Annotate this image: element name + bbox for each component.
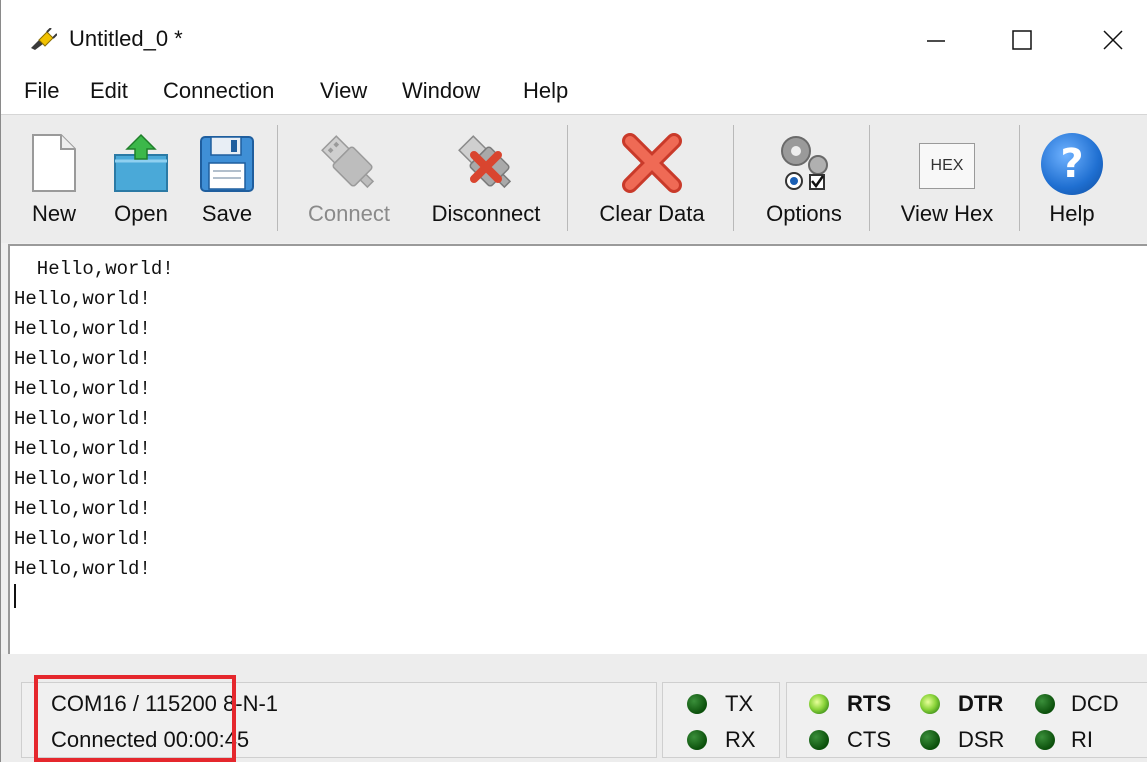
menu-edit[interactable]: Edit <box>90 78 128 104</box>
highlight-box <box>34 675 236 762</box>
open-button[interactable]: Open <box>102 115 180 239</box>
rts-led <box>809 694 829 714</box>
clear-data-label: Clear Data <box>599 201 705 226</box>
control-signals-panel: RTS CTS DTR DSR DCD RI <box>786 682 1147 758</box>
terminal-line: Hello,world! <box>14 258 174 280</box>
view-hex-label: View Hex <box>900 201 994 226</box>
minimize-icon <box>927 40 945 42</box>
terminal-line: Hello,world! <box>14 318 151 340</box>
connect-label: Connect <box>308 201 390 226</box>
options-gear-icon <box>781 136 828 190</box>
terminal-line: Hello,world! <box>14 438 151 460</box>
usb-disconnect-icon <box>458 135 512 189</box>
terminal-line: Hello,world! <box>14 528 151 550</box>
dcd-label: DCD <box>1071 691 1119 716</box>
close-button[interactable] <box>1093 22 1133 58</box>
view-hex-button[interactable]: HEX View Hex <box>886 115 1008 239</box>
title-bar: Untitled_0 * <box>1 0 1147 72</box>
toolbar: New Open Save Connect Disconnect Clear D… <box>1 114 1147 243</box>
terminal-output[interactable]: Hello,world! Hello,world! Hello,world! H… <box>8 244 1147 654</box>
open-folder-icon <box>114 133 168 192</box>
clear-data-button[interactable]: Clear Data <box>585 115 719 239</box>
dsr-led <box>920 730 940 750</box>
save-disk-icon <box>200 136 254 192</box>
save-label: Save <box>201 201 253 226</box>
clear-x-icon <box>622 133 682 193</box>
terminal-line: Hello,world! <box>14 288 151 310</box>
options-button[interactable]: Options <box>752 115 856 239</box>
menu-connection[interactable]: Connection <box>163 78 274 104</box>
terminal-line: Hello,world! <box>14 348 151 370</box>
new-button[interactable]: New <box>19 115 89 239</box>
cts-label: CTS <box>847 727 891 752</box>
maximize-button[interactable] <box>1002 22 1042 58</box>
dtr-led <box>920 694 940 714</box>
ri-label: RI <box>1071 727 1093 752</box>
menu-view[interactable]: View <box>320 78 367 104</box>
save-button[interactable]: Save <box>192 115 262 239</box>
options-label: Options <box>766 201 842 226</box>
terminal-line: Hello,world! <box>14 378 151 400</box>
text-cursor <box>14 584 16 608</box>
terminal-line: Hello,world! <box>14 408 151 430</box>
tx-label: TX <box>725 691 754 716</box>
new-file-icon <box>32 134 76 192</box>
ri-led <box>1035 730 1055 750</box>
cts-led <box>809 730 829 750</box>
rts-label: RTS <box>847 691 891 716</box>
usb-connect-icon <box>321 135 375 189</box>
menu-window[interactable]: Window <box>402 78 480 104</box>
menu-bar: File Edit Connection View Window Help <box>1 72 1147 114</box>
tx-led <box>687 694 707 714</box>
connect-button[interactable]: Connect <box>294 115 404 239</box>
toolbar-separator <box>567 125 568 231</box>
txrx-panel: TX RX <box>662 682 780 758</box>
window-title: Untitled_0 * <box>69 26 183 51</box>
rx-led <box>687 730 707 750</box>
terminal-line: Hello,world! <box>14 468 151 490</box>
hex-icon: HEX <box>919 143 975 189</box>
help-icon: ? <box>1041 133 1103 195</box>
help-label: Help <box>1049 201 1095 226</box>
maximize-icon <box>1012 30 1032 50</box>
toolbar-separator <box>733 125 734 231</box>
dsr-label: DSR <box>958 727 1005 752</box>
toolbar-separator <box>869 125 870 231</box>
dcd-led <box>1035 694 1055 714</box>
disconnect-button[interactable]: Disconnect <box>419 115 553 239</box>
minimize-button[interactable] <box>916 22 956 58</box>
toolbar-separator <box>1019 125 1020 231</box>
app-window: Untitled_0 * File Edit Connection View W… <box>0 0 1147 762</box>
menu-file[interactable]: File <box>24 78 59 104</box>
plug-icon <box>31 28 57 50</box>
rx-label: RX <box>725 727 756 752</box>
close-icon <box>1103 30 1123 50</box>
dtr-label: DTR <box>958 691 1004 716</box>
new-label: New <box>31 201 76 226</box>
help-button[interactable]: ? Help <box>1035 115 1109 239</box>
terminal-line: Hello,world! <box>14 558 151 580</box>
toolbar-separator <box>277 125 278 231</box>
menu-help[interactable]: Help <box>523 78 568 104</box>
disconnect-label: Disconnect <box>431 201 541 226</box>
open-label: Open <box>114 201 168 226</box>
terminal-line: Hello,world! <box>14 498 151 520</box>
